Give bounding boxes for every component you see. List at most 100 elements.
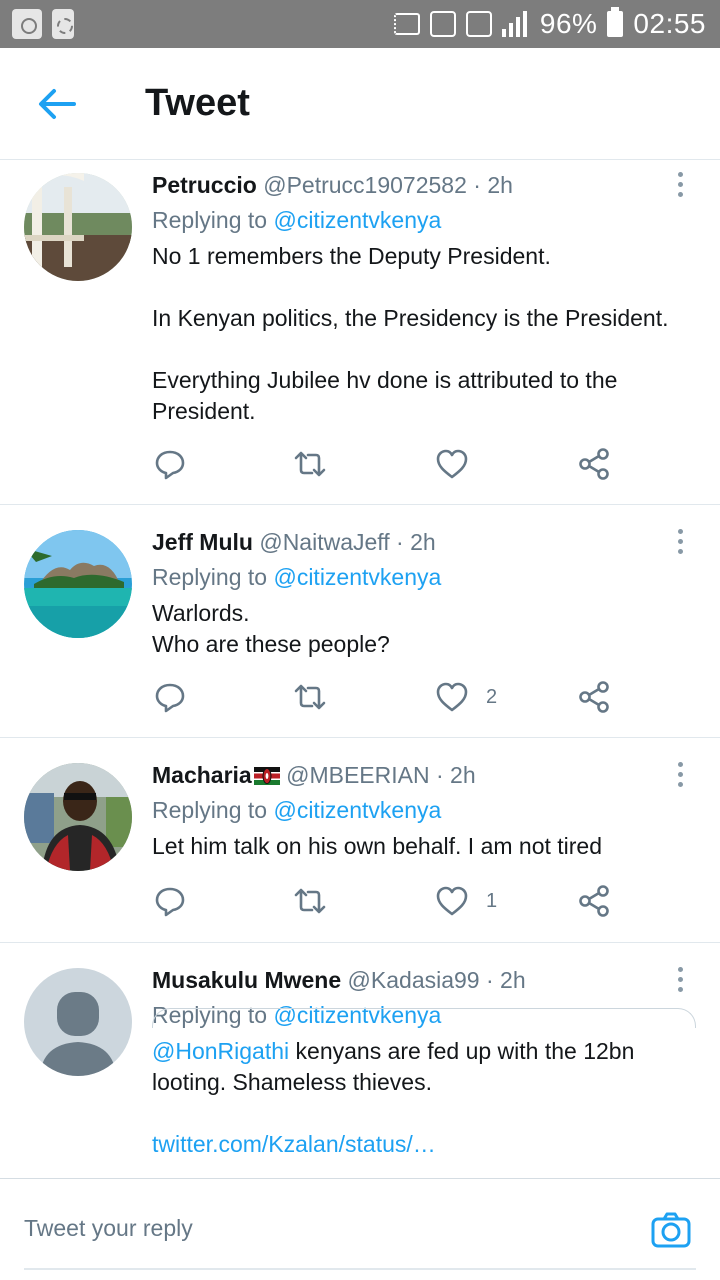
mention-link[interactable]: @HonRigathi bbox=[152, 1038, 289, 1064]
reply-input-underline bbox=[24, 1268, 696, 1270]
more-options-icon[interactable] bbox=[670, 758, 690, 792]
like-count: 2 bbox=[486, 685, 498, 708]
battery-icon bbox=[607, 7, 624, 37]
replying-to: Replying to @citizentvkenya bbox=[152, 792, 684, 828]
share-icon bbox=[579, 885, 609, 917]
replying-to: Replying to @citizentvkenya bbox=[152, 559, 684, 595]
retweet-icon bbox=[294, 684, 326, 710]
replying-to-label: Replying to bbox=[152, 207, 268, 233]
tweet-paragraph: twitter.com/Kzalan/status/… bbox=[152, 1129, 684, 1160]
like-button[interactable]: 1 bbox=[434, 881, 497, 921]
replying-to-label: Replying to bbox=[152, 564, 268, 590]
user-name[interactable]: Petruccio bbox=[152, 172, 257, 198]
retweet-icon bbox=[294, 888, 326, 914]
replying-to-mention[interactable]: @citizentvkenya bbox=[273, 207, 441, 233]
reply-button[interactable] bbox=[152, 677, 188, 717]
tweet-time: · 2h bbox=[396, 529, 436, 555]
app-header: Tweet bbox=[0, 48, 720, 160]
status-bar: 96% 02:55 bbox=[0, 0, 720, 48]
avatar[interactable] bbox=[24, 763, 132, 871]
share-button[interactable] bbox=[576, 677, 612, 717]
retweet-button[interactable] bbox=[292, 677, 328, 717]
reply-icon bbox=[155, 887, 185, 917]
tweet-text: Warlords. Who are these people? bbox=[152, 598, 684, 660]
avatar[interactable] bbox=[24, 530, 132, 638]
tweet[interactable]: Petruccio @Petrucc19072582 · 2h Replying… bbox=[0, 160, 720, 505]
like-icon bbox=[436, 449, 468, 479]
reply-input[interactable]: Tweet your reply bbox=[24, 1215, 193, 1242]
camera-icon bbox=[651, 1212, 691, 1248]
battery-percent: 96% bbox=[539, 8, 598, 39]
reply-bar: Tweet your reply bbox=[0, 1178, 720, 1280]
link-card-preview[interactable] bbox=[152, 1008, 696, 1028]
user-name[interactable]: Macharia bbox=[152, 762, 252, 788]
user-handle[interactable]: @NaitwaJeff bbox=[259, 529, 389, 555]
camera-button[interactable] bbox=[650, 1209, 692, 1251]
more-options-icon[interactable] bbox=[670, 525, 690, 559]
replying-to-label: Replying to bbox=[152, 797, 268, 823]
more-options-icon[interactable] bbox=[670, 168, 690, 202]
reply-button[interactable] bbox=[152, 444, 188, 484]
tweet[interactable]: Jeff Mulu @NaitwaJeff · 2h Replying to @… bbox=[0, 505, 720, 738]
user-handle[interactable]: @Petrucc19072582 bbox=[263, 172, 467, 198]
share-icon bbox=[579, 681, 609, 713]
arrow-left-icon bbox=[39, 89, 76, 119]
tweet-meta: Petruccio @Petrucc19072582 · 2h bbox=[152, 168, 684, 202]
tweet-time: · 2h bbox=[473, 172, 513, 198]
signal-box-icon bbox=[465, 11, 492, 37]
avatar[interactable] bbox=[24, 968, 132, 1076]
tweet[interactable]: Musakulu Mwene @Kadasia99 · 2h Replying … bbox=[0, 943, 720, 1178]
like-button[interactable] bbox=[434, 444, 486, 484]
phone-icon bbox=[429, 11, 456, 37]
signal-strength-icon bbox=[501, 11, 530, 37]
like-count: 1 bbox=[486, 889, 498, 912]
tweet-meta: Musakulu Mwene @Kadasia99 · 2h bbox=[152, 963, 684, 997]
user-name[interactable]: Musakulu Mwene bbox=[152, 967, 341, 993]
replying-to: Replying to @citizentvkenya bbox=[152, 202, 684, 238]
screenshot-notification-icon bbox=[12, 9, 42, 39]
like-icon bbox=[436, 886, 468, 916]
retweet-icon bbox=[294, 451, 326, 477]
share-button[interactable] bbox=[576, 881, 612, 921]
replying-to-mention[interactable]: @citizentvkenya bbox=[273, 797, 441, 823]
tweet-actions: 2 bbox=[152, 677, 632, 717]
share-button[interactable] bbox=[576, 444, 612, 484]
tweet-paragraph: Everything Jubilee hv done is attributed… bbox=[152, 367, 618, 424]
cast-icon bbox=[393, 13, 420, 35]
tweet-paragraph: In Kenyan politics, the Presidency is th… bbox=[152, 305, 669, 331]
back-button[interactable] bbox=[30, 82, 80, 126]
clock: 02:55 bbox=[633, 8, 706, 39]
user-handle[interactable]: @Kadasia99 bbox=[348, 967, 480, 993]
reply-icon bbox=[155, 683, 185, 713]
more-options-icon[interactable] bbox=[670, 963, 690, 997]
reply-button[interactable] bbox=[152, 881, 188, 921]
tweet-line: Who are these people? bbox=[152, 631, 390, 657]
like-button[interactable]: 2 bbox=[434, 677, 497, 717]
retweet-button[interactable] bbox=[292, 444, 328, 484]
tweet[interactable]: Macharia @MBEERIAN · 2h Replying to @cit… bbox=[0, 738, 720, 943]
tweet-time: · 2h bbox=[486, 967, 526, 993]
retweet-button[interactable] bbox=[292, 881, 328, 921]
user-handle[interactable]: @MBEERIAN bbox=[286, 762, 429, 788]
tweet-meta: Jeff Mulu @NaitwaJeff · 2h bbox=[152, 525, 684, 559]
tweet-line: Warlords. bbox=[152, 600, 250, 626]
tweet-paragraph: @HonRigathi kenyans are fed up with the … bbox=[152, 1036, 684, 1098]
url-link[interactable]: twitter.com/Kzalan/status/… bbox=[152, 1131, 436, 1157]
tweet-paragraph: No 1 remembers the Deputy President. bbox=[152, 243, 551, 269]
tweet-text: No 1 remembers the Deputy President. In … bbox=[152, 241, 684, 427]
tweet-actions: 1 bbox=[152, 881, 632, 921]
avatar[interactable] bbox=[24, 173, 132, 281]
tweet-time: · 2h bbox=[435, 762, 476, 788]
share-icon bbox=[579, 448, 609, 480]
tweet-text: Let him talk on his own behalf. I am not… bbox=[152, 833, 603, 859]
tweet-actions bbox=[152, 444, 632, 484]
tweet-meta: Macharia @MBEERIAN · 2h bbox=[152, 758, 684, 792]
kenya-flag-icon bbox=[253, 767, 280, 785]
page-title: Tweet bbox=[145, 82, 250, 124]
reply-icon bbox=[155, 450, 185, 480]
replying-to-mention[interactable]: @citizentvkenya bbox=[273, 564, 441, 590]
recycle-notification-icon bbox=[52, 9, 74, 39]
user-name[interactable]: Jeff Mulu bbox=[152, 529, 253, 555]
like-icon bbox=[436, 682, 468, 712]
tweet-text: @HonRigathi kenyans are fed up with the … bbox=[152, 1036, 684, 1160]
